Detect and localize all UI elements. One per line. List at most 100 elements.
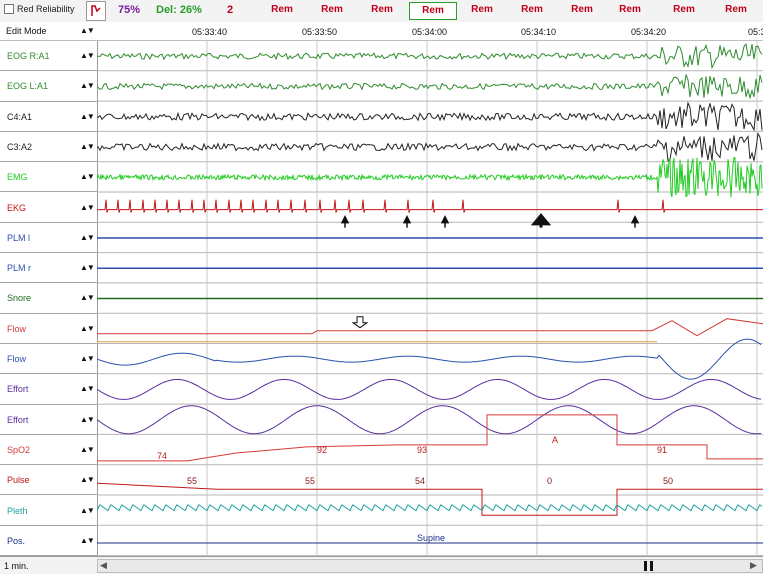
waveform bbox=[97, 101, 763, 132]
stage-epoch-3[interactable]: Rem bbox=[359, 2, 405, 18]
stage-epoch-10[interactable]: Rem bbox=[713, 2, 759, 18]
reliability-percent: 75% bbox=[118, 4, 141, 16]
channel-row[interactable]: SpO2 ▲▼ bbox=[0, 435, 97, 466]
spo2-value: 74 bbox=[157, 451, 167, 461]
waveform bbox=[97, 405, 762, 435]
signal-area[interactable]: 74 92 93 A 91 55 55 54 0 50 Supine bbox=[97, 41, 763, 556]
pulse-value: 0 bbox=[547, 476, 552, 486]
channel-row[interactable]: EOG L:A1 ▲▼ bbox=[0, 71, 97, 102]
waveform bbox=[97, 74, 763, 100]
scale-up-down-icon[interactable]: ▲▼ bbox=[80, 354, 95, 363]
arousal-arrow-icon bbox=[530, 213, 552, 228]
channel-row[interactable]: Pos. ▲▼ bbox=[0, 526, 97, 557]
arousal-arrow-icon bbox=[630, 214, 640, 228]
channel-row[interactable]: Flow ▲▼ bbox=[0, 344, 97, 375]
channel-name: Flow bbox=[7, 323, 27, 334]
time-ruler: Edit Mode ▲▼ 05:33:40 05:33:50 05:34:00 … bbox=[0, 22, 763, 41]
stage-epoch-9[interactable]: Rem bbox=[661, 2, 707, 18]
channel-row[interactable]: EKG ▲▼ bbox=[0, 193, 97, 223]
channel-row[interactable]: Effort ▲▼ bbox=[0, 405, 97, 435]
flag-icon bbox=[91, 5, 101, 16]
reliability-checkbox[interactable]: Red Reliability bbox=[4, 4, 75, 14]
channel-name: EOG R:A1 bbox=[7, 51, 50, 61]
scale-up-down-icon[interactable]: ▲▼ bbox=[80, 384, 95, 393]
scroll-right-icon[interactable]: ▶ bbox=[750, 560, 757, 571]
arousal-arrow-icon bbox=[440, 214, 450, 228]
waveform bbox=[97, 504, 763, 512]
stage-epoch-2[interactable]: Rem bbox=[309, 2, 355, 18]
channel-name: EOG L:A1 bbox=[7, 81, 49, 92]
channel-name: PLM r bbox=[7, 263, 32, 274]
scroll-left-icon[interactable]: ◀ bbox=[100, 560, 107, 571]
waveform bbox=[97, 482, 763, 516]
channel-name: Pulse bbox=[7, 475, 30, 486]
channel-name: EKG bbox=[7, 202, 27, 213]
spo2-value: A bbox=[552, 435, 558, 445]
scale-up-down-icon[interactable]: ▲▼ bbox=[80, 112, 95, 121]
scale-up-down-icon[interactable]: ▲▼ bbox=[80, 293, 95, 302]
stage-epoch-8[interactable]: Rem bbox=[607, 2, 653, 18]
time-tick: 05:33:50 bbox=[302, 27, 338, 37]
flag-button[interactable] bbox=[86, 1, 106, 21]
scale-up-down-icon[interactable]: ▲▼ bbox=[80, 506, 95, 515]
channel-row[interactable]: C4:A1 ▲▼ bbox=[0, 102, 97, 132]
channel-row[interactable]: Pleth ▲▼ bbox=[0, 496, 97, 526]
spo2-value: 93 bbox=[417, 445, 427, 455]
edit-mode-label: Edit Mode bbox=[6, 26, 47, 36]
delete-percent: Del: 26% bbox=[156, 4, 202, 16]
channel-row[interactable]: Effort ▲▼ bbox=[0, 374, 97, 405]
stage-epoch-4-selected[interactable]: Rem bbox=[409, 2, 457, 20]
time-tick: 05:34:20 bbox=[631, 27, 667, 37]
channel-name: Effort bbox=[7, 414, 29, 425]
channel-name: PLM l bbox=[7, 232, 31, 243]
time-tick: 05:3 bbox=[748, 27, 763, 37]
scale-up-down-icon[interactable]: ▲▼ bbox=[80, 203, 95, 212]
time-tick: 05:34:10 bbox=[521, 27, 557, 37]
position-value: Supine bbox=[417, 533, 445, 543]
pulse-value: 54 bbox=[415, 476, 425, 486]
stage-epoch-7[interactable]: Rem bbox=[559, 2, 605, 18]
scale-up-down-icon[interactable]: ▲▼ bbox=[80, 233, 95, 242]
channel-row[interactable]: Flow ▲▼ bbox=[0, 314, 97, 344]
time-tick: 05:33:40 bbox=[192, 27, 228, 37]
channel-row[interactable]: C3:A2 ▲▼ bbox=[0, 132, 97, 163]
channel-row[interactable]: EOG R:A1 ▲▼ bbox=[0, 41, 97, 72]
scale-up-down-icon[interactable]: ▲▼ bbox=[80, 415, 95, 424]
arousal-arrow-icon bbox=[402, 214, 412, 228]
stage-epoch-1[interactable]: Rem bbox=[259, 2, 305, 18]
scroll-thumb[interactable] bbox=[644, 561, 647, 571]
horizontal-scrollbar[interactable]: ◀ ▶ bbox=[97, 559, 763, 573]
scale-up-down-icon[interactable]: ▲▼ bbox=[80, 475, 95, 484]
scale-up-down-icon[interactable]: ▲▼ bbox=[80, 172, 95, 181]
channel-row[interactable]: Snore ▲▼ bbox=[0, 283, 97, 314]
hollow-arrow-icon bbox=[351, 316, 369, 329]
reliability-label: Red Reliability bbox=[17, 4, 75, 14]
scale-up-down-icon[interactable]: ▲▼ bbox=[80, 536, 95, 545]
time-tick: 05:34:00 bbox=[412, 27, 448, 37]
scroll-thumb[interactable] bbox=[650, 561, 653, 571]
channel-row[interactable]: EMG ▲▼ bbox=[0, 162, 97, 193]
stage-epoch-6[interactable]: Rem bbox=[509, 2, 555, 18]
waveform bbox=[97, 43, 763, 70]
mode-up-down-icon[interactable]: ▲▼ bbox=[80, 26, 95, 35]
scale-up-down-icon[interactable]: ▲▼ bbox=[80, 324, 95, 333]
channel-row[interactable]: PLM l ▲▼ bbox=[0, 223, 97, 254]
channel-name: Pos. bbox=[7, 535, 26, 546]
spo2-value: 91 bbox=[657, 445, 667, 455]
scale-up-down-icon[interactable]: ▲▼ bbox=[80, 263, 95, 272]
channel-row[interactable]: Pulse ▲▼ bbox=[0, 465, 97, 496]
scale-up-down-icon[interactable]: ▲▼ bbox=[80, 81, 95, 90]
channel-label-panel: EOG R:A1 ▲▼ EOG L:A1 ▲▼ C4:A1 ▲▼ C3:A2 ▲▼ EMG ▲▼ E… bbox=[0, 41, 98, 557]
scale-label: 1 min. bbox=[4, 561, 29, 571]
scale-up-down-icon[interactable]: ▲▼ bbox=[80, 51, 95, 60]
channel-name: Snore bbox=[7, 293, 32, 304]
channel-name: C4:A1 bbox=[7, 111, 33, 122]
channel-row[interactable]: PLM r ▲▼ bbox=[0, 253, 97, 284]
stage-epoch-5[interactable]: Rem bbox=[459, 2, 505, 18]
event-count: 2 bbox=[227, 4, 234, 16]
checkbox-box[interactable] bbox=[4, 4, 14, 14]
pulse-value: 50 bbox=[663, 476, 673, 486]
spo2-value: 92 bbox=[317, 445, 327, 455]
scale-up-down-icon[interactable]: ▲▼ bbox=[80, 445, 95, 454]
scale-up-down-icon[interactable]: ▲▼ bbox=[80, 142, 95, 151]
